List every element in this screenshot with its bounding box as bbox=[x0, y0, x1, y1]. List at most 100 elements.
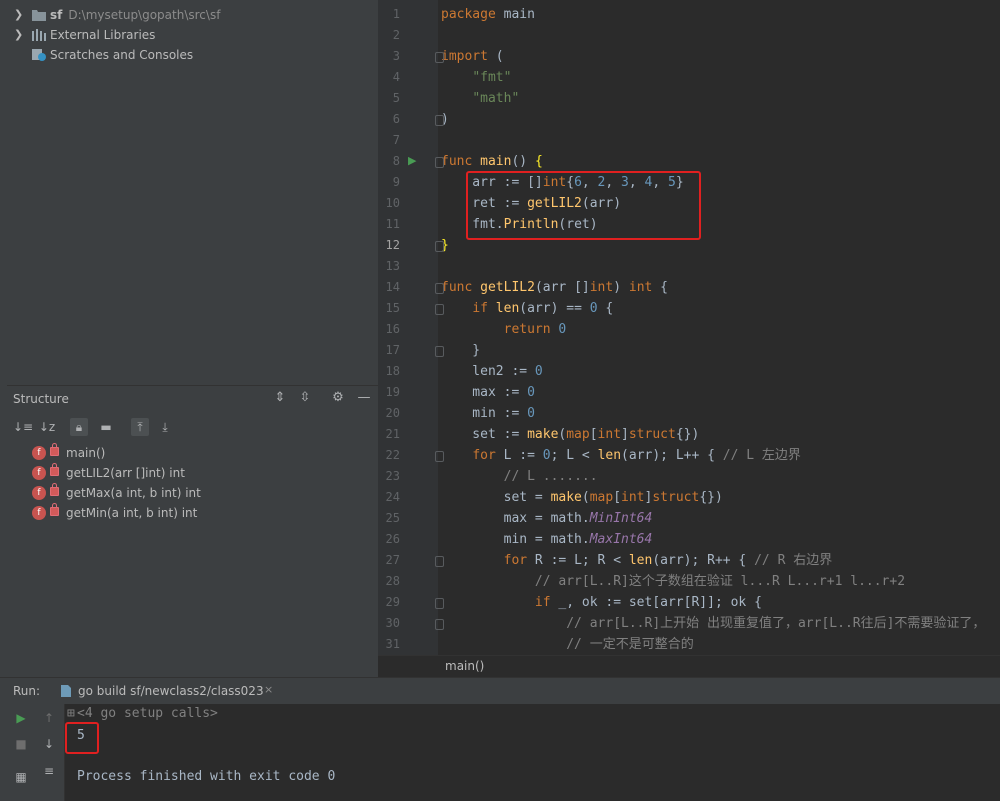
project-root-name: sf bbox=[50, 8, 63, 22]
line-number: 5 bbox=[392, 91, 400, 105]
library-icon bbox=[32, 29, 46, 41]
code-comment: // 一定不是可整合的 bbox=[566, 637, 694, 652]
stop-icon[interactable]: ■ bbox=[12, 735, 30, 753]
project-root-node[interactable]: ❯ sf D:\mysetup\gopath\src\sf bbox=[7, 5, 378, 25]
code-line-1: package main bbox=[441, 7, 535, 22]
code-line-19: max := 0 bbox=[441, 385, 535, 400]
code-line-6: ) bbox=[435, 109, 449, 130]
gear-icon[interactable]: ⚙ bbox=[330, 390, 346, 406]
member-label: getLIL2(arr []int) int bbox=[66, 466, 185, 480]
layout-icon[interactable]: ▦ bbox=[12, 768, 30, 786]
line-number: 13 bbox=[385, 259, 400, 273]
code-comment: // arr[L..R]上开始 出现重复值了，arr[L..R往后]不需要验证了… bbox=[566, 616, 986, 631]
member-label: getMin(a int, b int) int bbox=[66, 506, 198, 520]
code-comment: // L ....... bbox=[503, 469, 598, 484]
line-number: 8 bbox=[392, 154, 400, 168]
line-number: 10 bbox=[385, 196, 400, 210]
code-line-14: func getLIL2(arr []int) int { bbox=[435, 277, 668, 298]
down-arrow-icon[interactable]: ↓ bbox=[40, 735, 58, 753]
line-number: 2 bbox=[392, 28, 400, 42]
sort-by-visibility-icon[interactable]: ↓≡ bbox=[13, 418, 33, 436]
code-line-27: for R := L; R < len(arr); R++ { // R 右边界 bbox=[435, 550, 832, 571]
line-number: 24 bbox=[385, 490, 400, 504]
code-line-15: if len(arr) == 0 { bbox=[435, 298, 613, 319]
line-number: 12 bbox=[385, 238, 400, 252]
line-number: 7 bbox=[392, 133, 400, 147]
breadcrumb-bar: main() bbox=[378, 655, 1000, 678]
code-comment: // arr[L..R]这个子数组在验证 l...R L...r+1 l...r… bbox=[534, 574, 906, 589]
code-line-26: min = math.MaxInt64 bbox=[441, 532, 653, 547]
line-number: 9 bbox=[392, 175, 400, 189]
line-number: 11 bbox=[385, 217, 400, 231]
code-line-18: len2 := 0 bbox=[441, 364, 543, 379]
line-number: 1 bbox=[392, 7, 400, 21]
code-line-29: if _, ok := set[arr[R]]; ok { bbox=[435, 592, 762, 613]
tree-item-scratches[interactable]: Scratches and Consoles bbox=[7, 45, 378, 65]
code-highlight-box bbox=[466, 171, 701, 240]
collapse-all-icon[interactable]: ⇳ bbox=[297, 390, 313, 406]
line-number: 16 bbox=[385, 322, 400, 336]
line-number: 22 bbox=[385, 448, 400, 462]
scratches-icon bbox=[32, 49, 46, 61]
chevron-right-icon[interactable]: ❯ bbox=[14, 5, 23, 25]
hide-panel-icon[interactable]: — bbox=[356, 390, 372, 406]
line-number: 23 bbox=[385, 469, 400, 483]
code-line-8: func main() { bbox=[435, 151, 543, 172]
editor-gutter: 1 2 3 4 5 6 7 8 9 10 11 12 13 14 15 16 17 18 19 20 21 22 23 24 2… bbox=[378, 0, 438, 655]
lock-icon bbox=[50, 503, 59, 516]
function-icon: f bbox=[32, 506, 46, 520]
console-finished-message: Process finished with exit code 0 bbox=[77, 769, 336, 784]
up-arrow-icon[interactable]: ↑ bbox=[40, 709, 58, 727]
navigate-from-source-icon[interactable]: ⤒ bbox=[131, 418, 149, 436]
expand-all-icon[interactable]: ⇕ bbox=[272, 390, 288, 406]
code-line-31: // 一定不是可整合的 bbox=[441, 634, 694, 655]
tree-item-external-libraries[interactable]: ❯ External Libraries bbox=[7, 25, 378, 45]
tree-item-label: Scratches and Consoles bbox=[50, 48, 194, 62]
soft-wrap-icon[interactable]: ≡ bbox=[40, 762, 58, 780]
function-icon: f bbox=[32, 446, 46, 460]
fold-icon[interactable]: ⊞ bbox=[67, 706, 75, 721]
structure-panel: Structure ⇕ ⇳ ⚙ — ↓≡ ↓z 🔒︎ ▬ ⤒ ⤓ f main(… bbox=[7, 385, 378, 678]
line-number: 21 bbox=[385, 427, 400, 441]
close-icon[interactable]: × bbox=[264, 683, 273, 696]
code-line-16: return 0 bbox=[503, 322, 567, 337]
console-setup-calls[interactable]: <4 go setup calls> bbox=[77, 706, 218, 721]
project-root-path: D:\mysetup\gopath\src\sf bbox=[68, 8, 221, 22]
code-line-5: "math" bbox=[472, 91, 520, 106]
run-config-tab[interactable]: go build sf/newclass2/class023 × bbox=[56, 678, 281, 705]
line-number: 3 bbox=[392, 49, 400, 63]
run-tab-label: go build sf/newclass2/class023 bbox=[78, 684, 264, 698]
breadcrumb[interactable]: main() bbox=[445, 659, 484, 673]
code-line-17: } bbox=[435, 340, 480, 361]
run-gutter-icon[interactable]: ▶ bbox=[408, 154, 416, 167]
chevron-right-icon[interactable]: ❯ bbox=[14, 25, 23, 45]
run-label: Run: bbox=[13, 684, 41, 698]
line-number: 19 bbox=[385, 385, 400, 399]
rerun-icon[interactable]: ▶ bbox=[12, 709, 30, 727]
output-highlight-box bbox=[65, 722, 99, 754]
code-line-22: for L := 0; L < len(arr); L++ { // L 左边界 bbox=[435, 445, 801, 466]
line-number: 18 bbox=[385, 364, 400, 378]
show-fields-icon[interactable]: ▬ bbox=[97, 418, 115, 436]
line-number: 20 bbox=[385, 406, 400, 420]
line-number: 31 bbox=[385, 637, 400, 651]
line-number: 28 bbox=[385, 574, 400, 588]
show-non-public-icon[interactable]: 🔒︎ bbox=[70, 418, 88, 436]
navigate-to-source-icon[interactable]: ⤓ bbox=[156, 418, 174, 436]
line-number: 27 bbox=[385, 553, 400, 567]
code-line-30: // arr[L..R]上开始 出现重复值了，arr[L..R往后]不需要验证了… bbox=[435, 613, 986, 634]
project-panel: ❯ sf D:\mysetup\gopath\src\sf ❯ External … bbox=[7, 0, 378, 385]
code-line-25: max = math.MinInt64 bbox=[441, 511, 653, 526]
run-toolbar: ▶ ↑ ■ ↓ ▦ ≡ bbox=[0, 704, 65, 801]
code-line-4: "fmt" bbox=[472, 70, 512, 85]
folder-icon bbox=[32, 10, 46, 21]
code-line-28: // arr[L..R]这个子数组在验证 l...R L...r+1 l...r… bbox=[441, 571, 905, 592]
code-editor[interactable]: package main import ( "fmt" "math" ) fun… bbox=[435, 0, 1000, 655]
function-icon: f bbox=[32, 466, 46, 480]
sort-alphabetically-icon[interactable]: ↓z bbox=[38, 418, 56, 436]
code-line-24: set = make(map[int]struct{}) bbox=[441, 490, 723, 505]
line-number: 25 bbox=[385, 511, 400, 525]
code-line-23: // L ....... bbox=[441, 466, 598, 487]
line-number: 14 bbox=[385, 280, 400, 294]
code-line-3: import ( bbox=[435, 46, 504, 67]
